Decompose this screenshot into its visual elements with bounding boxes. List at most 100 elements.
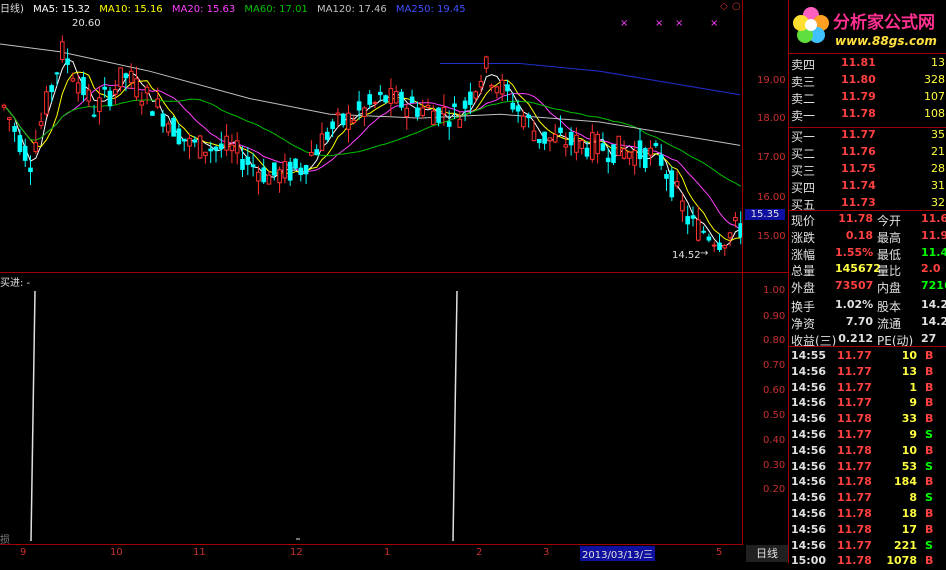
candle-body bbox=[44, 91, 49, 115]
candle-body bbox=[531, 130, 537, 142]
stat-label: 股本 bbox=[877, 300, 902, 314]
candle-body bbox=[272, 162, 277, 176]
site-logo: 分析家公式网 www.88gs.com bbox=[789, 0, 946, 52]
order-volume: 35 bbox=[931, 128, 945, 141]
candle-body bbox=[574, 134, 579, 153]
candle-body bbox=[208, 148, 213, 152]
low-price-label: 14.52 bbox=[672, 250, 701, 261]
indicator-tick: 0.50 bbox=[763, 410, 786, 421]
trade-time: 14:56 bbox=[791, 491, 827, 505]
candle-body bbox=[452, 103, 457, 108]
trade-row: 14:56 11.77 1 B bbox=[789, 381, 946, 397]
candle-body bbox=[33, 142, 39, 153]
candle-body bbox=[86, 89, 92, 102]
close-icon[interactable]: ◇ bbox=[720, 1, 728, 12]
candle-body bbox=[372, 101, 378, 104]
stat-value: 1.02% bbox=[835, 298, 874, 311]
candle-body bbox=[102, 86, 108, 90]
stat-label: 最低 bbox=[877, 247, 902, 262]
indicator-chart[interactable]: 买进: - 损 bbox=[0, 272, 742, 546]
candle-body bbox=[261, 167, 266, 183]
trade-volume: 221 bbox=[894, 538, 917, 552]
candle-body bbox=[489, 84, 494, 88]
candle-body bbox=[171, 117, 176, 137]
candle-body bbox=[17, 135, 23, 153]
candle-body bbox=[325, 131, 330, 140]
stat-label: 内盘 bbox=[877, 281, 902, 296]
trade-price: 11.78 bbox=[837, 554, 872, 568]
trade-side: B bbox=[925, 554, 934, 568]
candle-body bbox=[701, 230, 706, 233]
marker-icon: × bbox=[710, 18, 719, 29]
cursor-date-box: 2013/03/13/三 bbox=[580, 546, 656, 561]
order-book-row: 卖二 11.79 107 bbox=[789, 90, 946, 106]
stat-label: 涨幅 bbox=[791, 247, 816, 262]
candlestick-chart[interactable]: 20.60 14.52 → ◇ ○ × × × × bbox=[0, 1, 744, 272]
trade-time: 14:55 bbox=[791, 349, 827, 362]
marker-icon: × bbox=[655, 18, 664, 29]
candle-body bbox=[303, 164, 309, 175]
candle-body bbox=[696, 219, 701, 241]
candle-body bbox=[653, 143, 659, 147]
trade-volume: 53 bbox=[901, 459, 917, 473]
order-price: 11.76 bbox=[841, 145, 876, 158]
date-axis: 9 10 11 12 1 2 3 2013/03/13/三 5 bbox=[0, 544, 742, 564]
stat-value: 0.212 bbox=[838, 331, 873, 345]
candle-body bbox=[415, 107, 420, 117]
indicator-tick: 0.60 bbox=[763, 385, 786, 396]
stat-label: 外盘 bbox=[791, 281, 816, 296]
indicator-tick: 0.40 bbox=[763, 435, 786, 446]
trade-time: 14:56 bbox=[791, 538, 827, 552]
candle-body bbox=[70, 78, 76, 82]
trade-row: 14:56 11.77 9 B bbox=[789, 396, 946, 412]
trade-time: 14:56 bbox=[791, 459, 827, 473]
indicator-tick: 0.30 bbox=[763, 460, 786, 471]
trade-price: 11.78 bbox=[837, 507, 872, 520]
candle-body bbox=[192, 139, 198, 143]
quote-stat-row: 现价 11.78 今开 11.6 bbox=[789, 212, 946, 228]
trade-time: 15:00 bbox=[791, 554, 827, 568]
candle-body bbox=[658, 154, 664, 166]
order-price: 11.74 bbox=[841, 179, 876, 192]
indicator-tick: 1.00 bbox=[763, 285, 786, 296]
candle-body bbox=[446, 121, 452, 127]
candle-body bbox=[664, 174, 669, 179]
candle-body bbox=[118, 67, 123, 88]
trade-row: 14:56 11.78 184 B bbox=[789, 475, 946, 491]
daily-period-tab[interactable]: 日线 bbox=[746, 545, 788, 562]
candle-body bbox=[65, 58, 70, 65]
candle-body bbox=[134, 78, 139, 98]
trade-side: B bbox=[925, 412, 934, 426]
trade-time: 14:56 bbox=[791, 507, 827, 520]
stat-label: 流通 bbox=[877, 316, 902, 331]
ma60-line bbox=[3, 98, 741, 187]
candle-body bbox=[160, 113, 166, 127]
order-volume: 108 bbox=[924, 107, 945, 120]
order-level-label: 买二 bbox=[791, 147, 816, 161]
order-price: 11.77 bbox=[841, 128, 876, 141]
candle-body bbox=[240, 158, 245, 170]
trade-side: S bbox=[925, 428, 933, 441]
candle-body bbox=[404, 107, 410, 118]
trade-price: 11.77 bbox=[837, 459, 872, 473]
candle-body bbox=[330, 121, 335, 130]
candle-body bbox=[176, 128, 182, 145]
candle-body bbox=[49, 85, 55, 93]
candle-body bbox=[91, 114, 97, 117]
price-tick: 17.00 bbox=[757, 152, 786, 163]
candle-body bbox=[616, 135, 622, 157]
marker-icon: × bbox=[675, 18, 684, 29]
candle-body bbox=[425, 104, 431, 108]
candle-body bbox=[7, 117, 12, 120]
candle-body bbox=[314, 149, 319, 156]
stat-value: 14.2 bbox=[921, 298, 946, 311]
candle-body bbox=[595, 133, 600, 155]
order-level-label: 卖四 bbox=[791, 58, 816, 72]
trade-price: 11.78 bbox=[837, 412, 872, 426]
settings-icon[interactable]: ○ bbox=[732, 1, 741, 12]
candle-body bbox=[166, 123, 171, 133]
candlestick-svg[interactable] bbox=[0, 16, 744, 272]
stat-label: 今开 bbox=[877, 214, 902, 228]
period-label: 日线) bbox=[0, 4, 24, 15]
logo-title: 分析家公式网 bbox=[833, 13, 935, 33]
